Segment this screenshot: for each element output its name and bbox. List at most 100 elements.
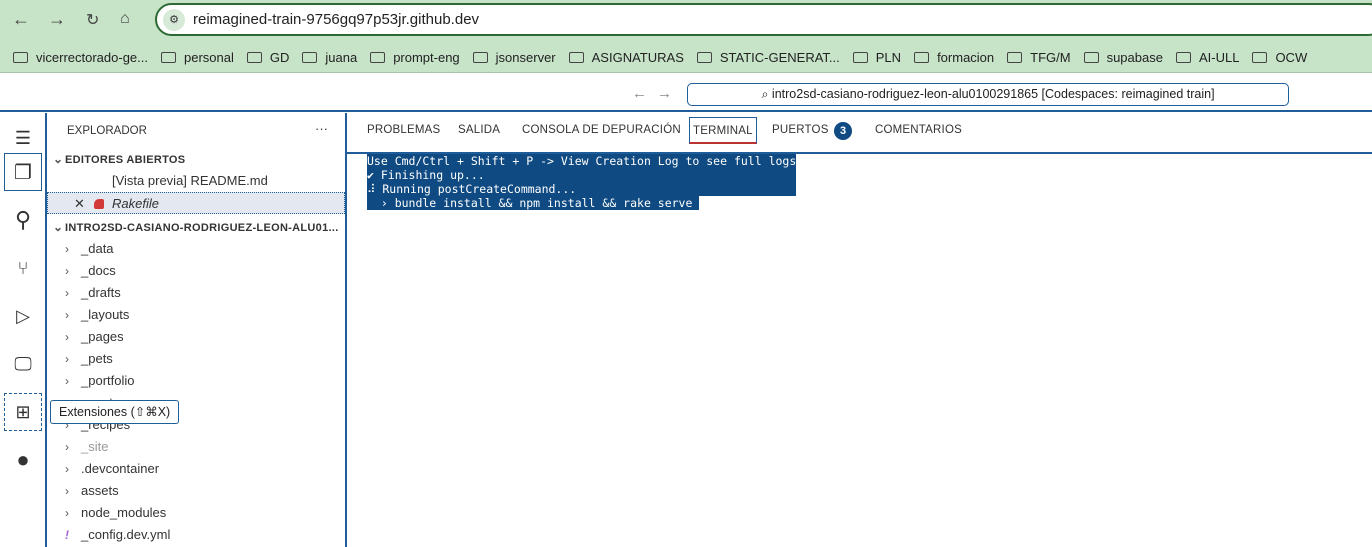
tree-item-label: node_modules (81, 505, 167, 520)
bookmark-0[interactable]: vicerrectorado-ge... (13, 46, 148, 68)
bookmark-label: TFG/M (1030, 49, 1071, 65)
tab-terminal[interactable]: TERMINAL (689, 117, 757, 144)
panel-tabs: PROBLEMAS SALIDA CONSOLA DE DEPURACIÓN T… (347, 113, 1372, 154)
bookmark-label: STATIC-GENERAT... (719, 49, 840, 65)
bookmark-label: juana (325, 49, 358, 65)
bookmark-4[interactable]: prompt-eng (370, 46, 460, 68)
explorer-sidebar: EXPLORADOR ··· ⌄ EDITORES ABIERTOS [Vista… (47, 113, 347, 547)
tree-item[interactable]: › node_modules (65, 502, 363, 524)
bookmark-7[interactable]: STATIC-GENERAT... (696, 46, 840, 68)
forward-icon[interactable]: → (48, 9, 66, 30)
open-editor-rakefile[interactable]: ✕ Rakefile (47, 192, 345, 214)
bookmark-5[interactable]: jsonserver (472, 46, 556, 68)
explorer-icon[interactable]: ❐ (4, 153, 42, 191)
tree-item[interactable]: › _portfolio (65, 370, 363, 392)
tree-item-label: _drafts (81, 285, 121, 300)
more-actions-button[interactable]: ··· (315, 118, 335, 140)
bookmark-label: personal (184, 49, 234, 65)
folder-icon (1083, 51, 1099, 63)
tab-debug-console[interactable]: CONSOLA DE DEPURACIÓN (522, 124, 681, 136)
terminal-output[interactable]: Use Cmd/Ctrl + Shift + P -> View Creatio… (367, 154, 797, 210)
open-editors-header[interactable]: ⌄ EDITORES ABIERTOS (53, 148, 351, 170)
bookmark-6[interactable]: ASIGNATURAS (568, 46, 684, 68)
close-icon[interactable]: ✕ (74, 193, 85, 215)
folder-icon (246, 51, 262, 63)
terminal-line: › bundle install && npm install && rake … (367, 196, 700, 210)
tree-item[interactable]: › _site (65, 436, 363, 458)
tree-item-label: _pets (81, 351, 113, 366)
back-icon[interactable]: ← (12, 9, 30, 30)
address-bar[interactable]: ⚙ reimagined-train-9756gq97p53jr.github.… (155, 3, 1372, 36)
extensions-tooltip: Extensiones (⇧⌘X) (50, 400, 180, 424)
tree-item[interactable]: › _layouts (65, 304, 363, 326)
bookmark-13[interactable]: OCW (1252, 46, 1307, 68)
tree-item[interactable]: › _pets (65, 348, 363, 370)
remote-explorer-icon[interactable]: 🖵 (4, 345, 42, 383)
bookmark-1[interactable]: personal (161, 46, 234, 68)
url-text: reimagined-train-9756gq97p53jr.github.de… (193, 11, 480, 28)
tree-item[interactable]: › _drafts (65, 282, 363, 304)
tree-item[interactable]: › _docs (65, 260, 363, 282)
command-center[interactable]: ⌕ intro2sd-casiano-rodriguez-leon-alu010… (687, 83, 1289, 106)
bookmark-9[interactable]: formacion (914, 46, 994, 68)
bookmark-12[interactable]: AI-ULL (1175, 46, 1239, 68)
chevron-right-icon: › (65, 484, 69, 498)
bottom-panel: PROBLEMAS SALIDA CONSOLA DE DEPURACIÓN T… (347, 113, 1372, 547)
folder-icon (161, 51, 176, 63)
tab-problems[interactable]: PROBLEMAS (367, 124, 440, 136)
tree-item-label: _docs (81, 263, 116, 278)
folder-icon (1175, 51, 1191, 63)
bookmark-10[interactable]: TFG/M (1007, 46, 1071, 68)
history-nav-icons[interactable]: ←→ (632, 85, 682, 102)
tree-item[interactable]: › assets (65, 480, 363, 502)
folder-icon (370, 51, 386, 63)
bookmark-label: jsonserver (495, 49, 556, 65)
extensions-icon[interactable]: ⊞ (4, 393, 42, 431)
tab-ports[interactable]: PUERTOS (772, 124, 829, 136)
chevron-right-icon: › (65, 286, 69, 300)
chevron-right-icon: › (65, 242, 69, 256)
bookmark-label: supabase (1106, 49, 1163, 65)
chevron-right-icon: › (65, 264, 69, 278)
bookmark-label: vicerrectorado-ge... (36, 49, 148, 65)
bookmark-8[interactable]: PLN (852, 46, 902, 68)
chevron-right-icon: › (65, 330, 69, 344)
tree-item-label: _layouts (81, 307, 130, 322)
tree-item-label: _config.dev.yml (81, 527, 171, 542)
terminal-line: ✔ Finishing up... (367, 168, 797, 182)
menu-icon[interactable]: ☰ (4, 119, 42, 157)
bookmark-2[interactable]: GD (246, 46, 289, 68)
folder-icon (914, 51, 930, 63)
folder-icon (568, 51, 584, 63)
folder-icon (696, 51, 712, 63)
github-icon[interactable]: ● (4, 441, 42, 479)
folder-icon (302, 51, 318, 63)
chevron-right-icon: › (65, 352, 69, 366)
source-control-icon[interactable]: ⑂ (4, 249, 42, 287)
bookmark-label: prompt-eng (393, 49, 460, 65)
tree-item[interactable]: › _pages (65, 326, 363, 348)
site-settings-icon[interactable]: ⚙ (163, 9, 185, 31)
bookmark-label: PLN (875, 49, 902, 65)
workspace-folder-header[interactable]: ⌄ INTRO2SD-CASIANO-RODRIGUEZ-LEON-ALU01..… (53, 216, 351, 238)
browser-chrome: ← → ↻ ⌂ ⚙ reimagined-train-9756gq97p53jr… (0, 0, 1372, 73)
search-icon[interactable]: ⚲ (4, 201, 42, 239)
folder-icon (1007, 51, 1023, 63)
bookmark-11[interactable]: supabase (1083, 46, 1163, 68)
bookmark-3[interactable]: juana (302, 46, 357, 68)
tree-item[interactable]: ! _config.dev.yml (65, 524, 363, 546)
tree-item-label: .devcontainer (81, 461, 160, 476)
tab-comments[interactable]: COMENTARIOS (875, 124, 962, 136)
terminal-line: Use Cmd/Ctrl + Shift + P -> View Creatio… (367, 154, 797, 168)
tree-item[interactable]: › .devcontainer (65, 458, 363, 480)
bookmarks-bar: vicerrectorado-ge... personal GD juana promp… (0, 46, 1307, 68)
home-icon[interactable]: ⌂ (120, 10, 130, 28)
ports-badge: 3 (834, 122, 852, 140)
bookmark-label: OCW (1275, 49, 1308, 65)
tab-output[interactable]: SALIDA (458, 124, 500, 136)
run-debug-icon[interactable]: ▷ (4, 297, 42, 335)
reload-icon[interactable]: ↻ (86, 10, 99, 30)
chevron-right-icon: › (65, 462, 69, 476)
tree-item[interactable]: › _data (65, 238, 363, 260)
bookmark-label: formacion (937, 49, 995, 65)
